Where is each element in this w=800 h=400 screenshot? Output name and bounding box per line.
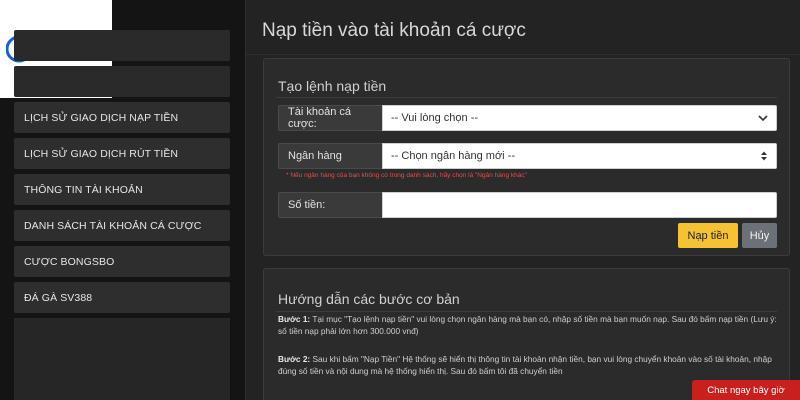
title-divider [246,54,800,55]
sidebar-item-label: LỊCH SỬ GIAO DỊCH RÚT TIỀN [24,147,179,160]
bank-select-value: -- Chọn ngân hàng mới -- [391,150,515,162]
sort-updown-icon [761,151,767,161]
bank-note: * Nếu ngân hàng của bạn không có trong d… [286,172,527,179]
account-select[interactable]: -- Vui lòng chọn -- [382,105,777,131]
sidebar-item-account-info[interactable]: THÔNG TIN TÀI KHOẢN [14,174,230,205]
sidebar-item-bongsbo[interactable]: CƯỢC BONGSBO [14,246,230,277]
step-2-label: Bước 2: [278,354,311,364]
sidebar-item-withdraw-history[interactable]: LỊCH SỬ GIAO DỊCH RÚT TIỀN [14,138,230,169]
sidebar-item-label: ĐÁ GÀ SV388 [24,291,93,304]
guide-title-divider [276,311,777,312]
amount-row: Số tiền: [278,192,777,218]
sidebar-item-label: LỊCH SỬ GIAO DỊCH NẠP TIỀN [24,111,179,124]
bank-label: Ngân hàng [278,143,382,169]
sidebar-item-deposit-history[interactable]: LỊCH SỬ GIAO DỊCH NẠP TIỀN [14,102,230,133]
sidebar-item-label: CƯỢC BONGSBO [24,255,115,268]
guide-step-1: Bước 1: Tại mục "Tạo lệnh nạp tiền" vui … [278,313,783,337]
main-content: Nạp tiền vào tài khoản cá cược Tạo lệnh … [245,0,800,400]
sidebar-item-label: DANH SÁCH TÀI KHOẢN CÁ CƯỢC [24,219,202,232]
amount-label: Số tiền: [278,192,382,218]
deposit-form-panel: Tạo lệnh nạp tiền Tài khoản cá cược: -- … [263,58,790,256]
bank-select[interactable]: -- Chọn ngân hàng mới -- [382,143,777,169]
cancel-button[interactable]: Hủy [742,223,777,248]
sidebar: LỊCH SỬ GIAO DỊCH NẠP TIỀN LỊCH SỬ GIAO … [14,30,230,318]
sidebar-item-2[interactable] [14,66,230,97]
guide-title: Hướng dẫn các bước cơ bản [278,291,460,307]
chevron-down-icon [758,115,768,122]
deposit-button[interactable]: Nạp tiền [678,223,738,248]
account-row: Tài khoản cá cược: -- Vui lòng chọn -- [278,105,777,131]
form-title-divider [276,97,777,98]
sidebar-background [14,318,230,400]
sidebar-item-label: THÔNG TIN TÀI KHOẢN [24,183,143,196]
guide-step-2: Bước 2: Sau khi bấm "Nạp Tiền" Hệ thống … [278,353,783,377]
form-title: Tạo lệnh nạp tiền [278,78,387,94]
step-1-label: Bước 1: [278,314,311,324]
account-label: Tài khoản cá cược: [278,105,382,131]
sidebar-item-betting-accounts[interactable]: DANH SÁCH TÀI KHOẢN CÁ CƯỢC [14,210,230,241]
sidebar-item-1[interactable] [14,30,230,61]
account-select-value: -- Vui lòng chọn -- [391,112,479,124]
page-title: Nạp tiền vào tài khoản cá cược [262,20,526,41]
bank-row: Ngân hàng -- Chọn ngân hàng mới -- [278,143,777,169]
step-2-text: Sau khi bấm "Nạp Tiền" Hệ thống sẽ hiển … [278,354,772,376]
amount-input[interactable] [382,192,777,218]
chat-now-button[interactable]: Chat ngay bây giờ [692,380,800,400]
sidebar-item-sv388[interactable]: ĐÁ GÀ SV388 [14,282,230,313]
step-1-text: Tại mục "Tạo lệnh nạp tiền" vui lòng chọ… [278,314,777,336]
